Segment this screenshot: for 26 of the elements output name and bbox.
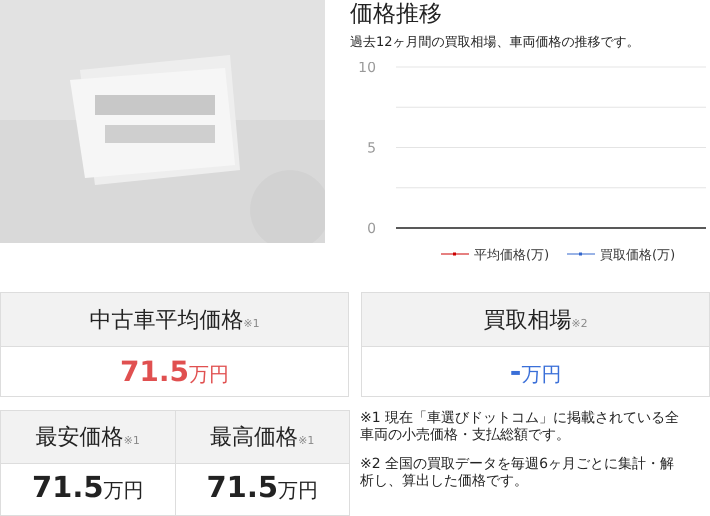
price-value: - (510, 355, 522, 388)
section-description: 過去12ヶ月間の買取相場、車両価格の推移です。 (350, 34, 640, 52)
axis-tick-label: 5 (367, 140, 376, 156)
price-unit: 万円 (189, 361, 230, 388)
card-label: 買取相場 (483, 306, 572, 334)
legend-label: 平均価格(万) (474, 248, 550, 263)
footnote-mark: ※1 (298, 434, 314, 447)
card-label: 中古車平均価格 (89, 306, 244, 334)
price-value: 71.5 (206, 470, 278, 504)
footnote-mark: ※2 (571, 316, 588, 330)
price-unit: 万円 (521, 361, 562, 388)
axis-tick-label: 0 (367, 221, 376, 237)
price-value: 71.5 (120, 355, 190, 388)
footnote-mark: ※1 (124, 434, 140, 447)
footnote-mark: ※1 (243, 316, 260, 330)
footnote-text: ※2 全国の買取データを毎週6ヶ月ごとに集計・解析し、算出した価格です。 (360, 456, 675, 490)
legend-line-icon (566, 252, 596, 256)
legend-label: 買取価格(万) (600, 248, 676, 263)
footnote-text: ※1 現在「車選びドットコム」に掲載されている全車両の小売価格・支払総額です。 (360, 410, 680, 444)
price-unit: 万円 (278, 477, 318, 504)
price-value: 71.5 (32, 470, 104, 504)
card-label: 最高価格 (210, 424, 298, 452)
price-unit: 万円 (104, 477, 144, 504)
card-label: 最安価格 (36, 424, 124, 452)
section-title: 価格推移 (350, 0, 442, 28)
legend-line-icon (440, 252, 470, 256)
